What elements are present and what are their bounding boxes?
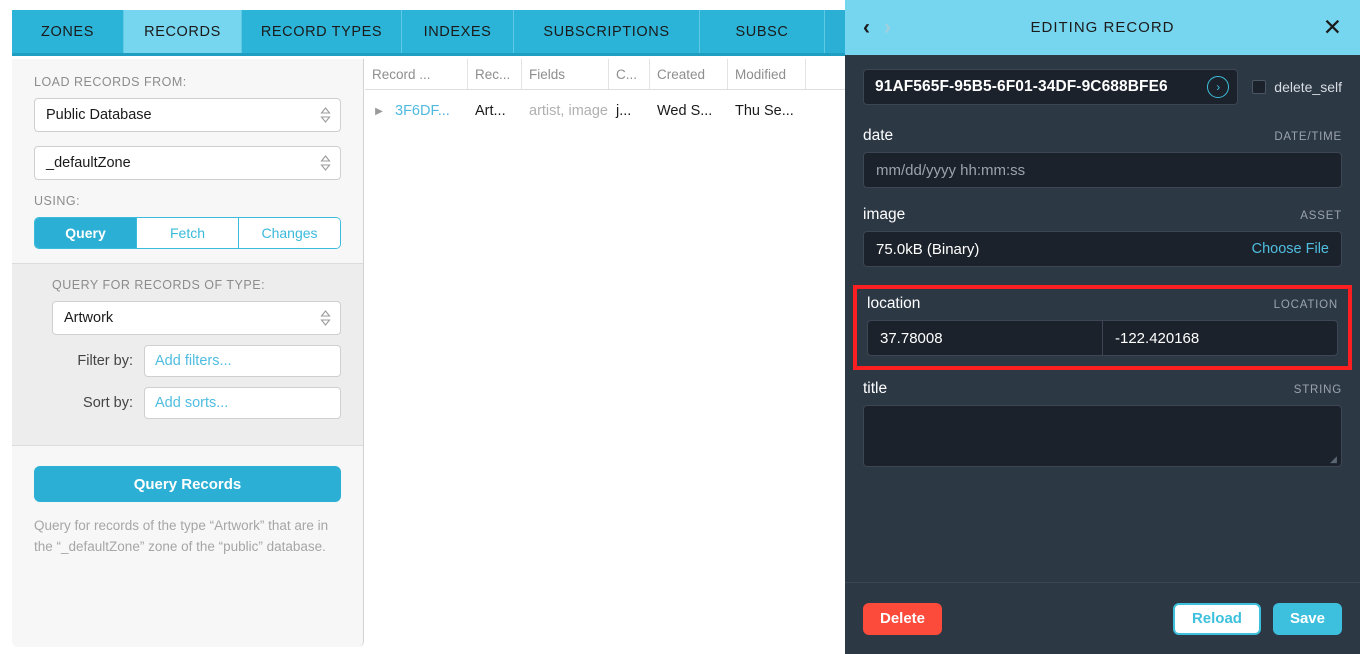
database-select[interactable]: Public Database [34, 98, 341, 132]
field-type-label: STRING [1294, 384, 1342, 396]
field-name-label: location [867, 295, 920, 313]
field-name-label: image [863, 206, 905, 224]
app-window: ZONESRECORDSRECORD TYPESINDEXESSUBSCRIPT… [0, 0, 1360, 654]
latitude-input[interactable]: 37.78008 [867, 320, 1103, 356]
segment-fetch[interactable]: Fetch [137, 218, 239, 248]
chevron-updown-icon [319, 106, 331, 124]
disclosure-triangle-icon[interactable]: ▶ [372, 106, 386, 117]
field-input-date[interactable]: mm/dd/yyyy hh:mm:ss [863, 152, 1342, 188]
chevron-updown-icon [319, 309, 331, 327]
table-column-header[interactable]: Modified [728, 59, 806, 89]
record-id-field[interactable]: 91AF565F-95B5-6F01-34DF-9C688BFE6 › [863, 69, 1238, 105]
tab-records[interactable]: RECORDS [124, 10, 242, 53]
database-select-value: Public Database [46, 107, 152, 123]
zone-select[interactable]: _defaultZone [34, 146, 341, 180]
record-inspector-panel: ‹ › EDITING RECORD ✕ 91AF565F-95B5-6F01-… [845, 0, 1360, 654]
go-to-record-icon[interactable]: › [1207, 76, 1229, 98]
record-id-value: 91AF565F-95B5-6F01-34DF-9C688BFE6 [875, 78, 1207, 96]
field-label-row: title STRING [863, 380, 1342, 398]
table-column-header[interactable]: Record ... [365, 59, 468, 89]
choose-file-button[interactable]: Choose File [1252, 241, 1329, 257]
field-group-title: title STRING ◢ [863, 380, 1342, 467]
record-type-select[interactable]: Artwork [52, 301, 341, 335]
close-icon[interactable]: ✕ [1323, 16, 1342, 39]
field-name-label: date [863, 127, 893, 145]
records-table: Record ...Rec...FieldsC...CreatedModifie… [365, 59, 845, 647]
tab-subscriptions[interactable]: SUBSCRIPTIONS [514, 10, 700, 53]
load-records-from-label: LOAD RECORDS FROM: [34, 75, 341, 89]
field-name-label: title [863, 380, 887, 398]
query-help-text: Query for records of the type “Artwork” … [34, 516, 341, 558]
table-column-header[interactable]: Rec... [468, 59, 522, 89]
tab-indexes[interactable]: INDEXES [402, 10, 514, 53]
table-cell-record-name[interactable]: 3F6DF... [395, 103, 450, 119]
delete-self-checkbox[interactable]: delete_self [1252, 79, 1342, 95]
tab-subsc[interactable]: SUBSC [700, 10, 825, 53]
table-column-header[interactable]: Created [650, 59, 728, 89]
record-id-row: 91AF565F-95B5-6F01-34DF-9C688BFE6 › dele… [863, 69, 1342, 105]
add-sorts-input[interactable]: Add sorts... [144, 387, 341, 419]
asset-size-label: 75.0kB (Binary) [876, 241, 979, 258]
delete-self-label: delete_self [1274, 79, 1342, 95]
resize-grip-icon[interactable]: ◢ [1330, 455, 1339, 464]
field-group-location: location LOCATION 37.78008-122.420168 [853, 285, 1352, 370]
inspector-title: EDITING RECORD [845, 19, 1360, 36]
chevron-updown-icon [319, 154, 331, 172]
checkbox-icon[interactable] [1252, 80, 1266, 94]
longitude-input[interactable]: -122.420168 [1103, 320, 1338, 356]
query-records-button[interactable]: Query Records [34, 466, 341, 502]
reload-button[interactable]: Reload [1173, 603, 1261, 635]
record-field-list: date DATE/TIME mm/dd/yyyy hh:mm:ss image ASS… [863, 127, 1342, 467]
using-segmented-control: QueryFetchChanges [34, 217, 341, 249]
table-body: ▶ 3F6DF... Art...artist, imagej...Wed S...… [365, 90, 845, 132]
delete-button[interactable]: Delete [863, 603, 942, 635]
sort-by-row: Sort by: Add sorts... [34, 387, 341, 419]
table-header-row: Record ...Rec...FieldsC...CreatedModifie… [365, 59, 845, 90]
table-column-header[interactable]: C... [609, 59, 650, 89]
field-group-image: image ASSET 75.0kB (Binary) Choose File [863, 206, 1342, 267]
using-label: USING: [34, 194, 341, 208]
table-column-header[interactable]: Fields [522, 59, 609, 89]
save-button[interactable]: Save [1273, 603, 1342, 635]
field-type-label: DATE/TIME [1274, 131, 1342, 143]
field-label-row: location LOCATION [867, 295, 1338, 313]
tab-zones[interactable]: ZONES [12, 10, 124, 53]
segment-changes[interactable]: Changes [239, 218, 340, 248]
table-column-header[interactable] [806, 59, 845, 89]
add-filters-input[interactable]: Add filters... [144, 345, 341, 377]
inspector-footer: Delete Reload Save [845, 582, 1360, 654]
field-label-row: image ASSET [863, 206, 1342, 224]
table-cell-c: j... [609, 103, 650, 119]
table-cell-created: Wed S... [650, 103, 728, 119]
table-row[interactable]: ▶ 3F6DF... Art...artist, imagej...Wed S...… [365, 90, 845, 132]
inspector-body: 91AF565F-95B5-6F01-34DF-9C688BFE6 › dele… [845, 55, 1360, 582]
field-textarea-title[interactable]: ◢ [863, 405, 1342, 467]
table-cell-record_type: Art... [468, 103, 522, 119]
field-label-row: date DATE/TIME [863, 127, 1342, 145]
location-inputs-row: 37.78008-122.420168 [867, 320, 1338, 356]
table-cell-fields: artist, image [522, 103, 609, 119]
tab-record-types[interactable]: RECORD TYPES [242, 10, 402, 53]
filter-by-row: Filter by: Add filters... [34, 345, 341, 377]
query-for-records-of-type-label: QUERY FOR RECORDS OF TYPE: [52, 278, 341, 292]
field-group-date: date DATE/TIME mm/dd/yyyy hh:mm:ss [863, 127, 1342, 188]
sort-by-label: Sort by: [34, 395, 144, 411]
field-type-label: LOCATION [1274, 299, 1338, 311]
table-cell: ▶ 3F6DF... [365, 103, 468, 119]
table-cell-modified: Thu Se... [728, 103, 806, 119]
zone-select-value: _defaultZone [46, 155, 131, 171]
record-type-select-value: Artwork [64, 310, 113, 326]
query-options-panel: QUERY FOR RECORDS OF TYPE: Artwork Filte… [12, 263, 363, 446]
field-type-label: ASSET [1300, 210, 1342, 222]
field-input-image[interactable]: 75.0kB (Binary) Choose File [863, 231, 1342, 267]
filter-by-label: Filter by: [34, 353, 144, 369]
segment-query[interactable]: Query [35, 218, 137, 248]
query-sidebar: LOAD RECORDS FROM: Public Database _defa… [12, 59, 364, 647]
inspector-header: ‹ › EDITING RECORD ✕ [845, 0, 1360, 55]
